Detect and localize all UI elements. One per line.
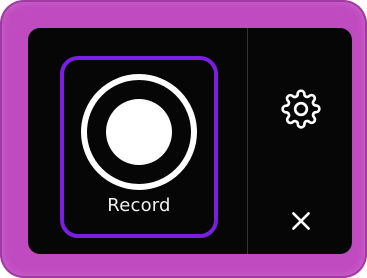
record-icon [81,74,197,190]
record-button[interactable]: Record [60,56,218,238]
close-button[interactable] [266,186,336,254]
control-panel: Record [28,28,352,254]
panel-divider [247,28,248,254]
record-label: Record [107,195,171,216]
gear-icon [281,89,321,129]
close-icon [288,208,314,234]
widget-frame: Record [0,0,367,278]
record-dot [106,99,172,165]
settings-button[interactable] [266,74,336,144]
